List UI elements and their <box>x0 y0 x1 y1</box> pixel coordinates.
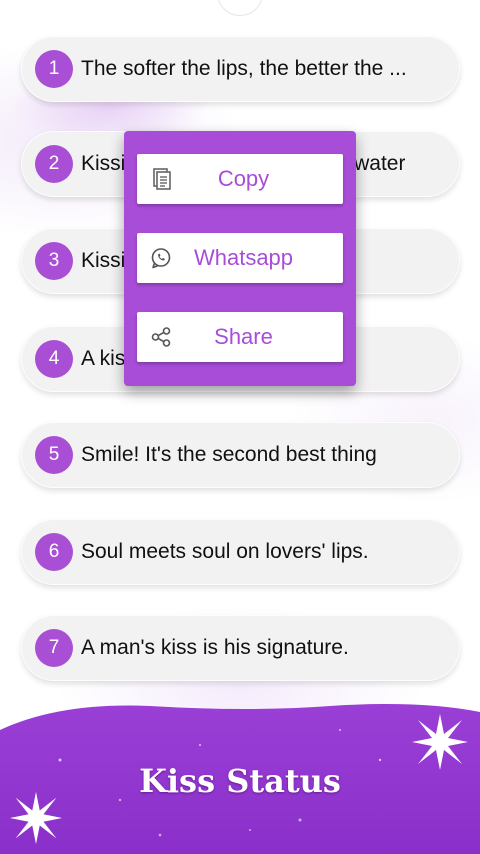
item-number-badge: 2 <box>35 145 73 183</box>
item-text: A man's kiss is his signature. <box>81 636 349 659</box>
item-text: Smile! It's the second best thing <box>81 443 377 466</box>
item-number-badge: 1 <box>35 50 73 88</box>
footer-banner: Kiss Status <box>0 690 480 854</box>
whatsapp-icon <box>151 248 171 269</box>
list-item[interactable]: 7 A man's kiss is his signature. <box>21 615 460 681</box>
list-item[interactable]: 6 Soul meets soul on lovers' lips. <box>21 519 460 585</box>
item-text: Soul meets soul on lovers' lips. <box>81 540 369 563</box>
share-icon <box>151 327 171 347</box>
item-number-badge: 4 <box>35 340 73 378</box>
whatsapp-button[interactable]: Whatsapp <box>137 233 343 283</box>
item-number-badge: 5 <box>35 436 73 474</box>
item-text: The softer the lips, the better the ... <box>81 57 407 80</box>
list-item[interactable]: 1 The softer the lips, the better the ..… <box>21 36 460 102</box>
share-button[interactable]: Share <box>137 312 343 362</box>
share-popup: Copy Whatsapp Share <box>124 131 356 386</box>
item-number-badge: 6 <box>35 533 73 571</box>
share-label: Share <box>214 324 273 349</box>
copy-icon <box>153 168 171 190</box>
copy-label: Copy <box>217 166 270 191</box>
copy-button[interactable]: Copy <box>137 154 343 204</box>
list-item[interactable]: 5 Smile! It's the second best thing <box>21 422 460 488</box>
item-number-badge: 7 <box>35 629 73 667</box>
item-number-badge: 3 <box>35 242 73 280</box>
app-title: Kiss Status <box>139 762 341 800</box>
whatsapp-label: Whatsapp <box>193 245 294 270</box>
